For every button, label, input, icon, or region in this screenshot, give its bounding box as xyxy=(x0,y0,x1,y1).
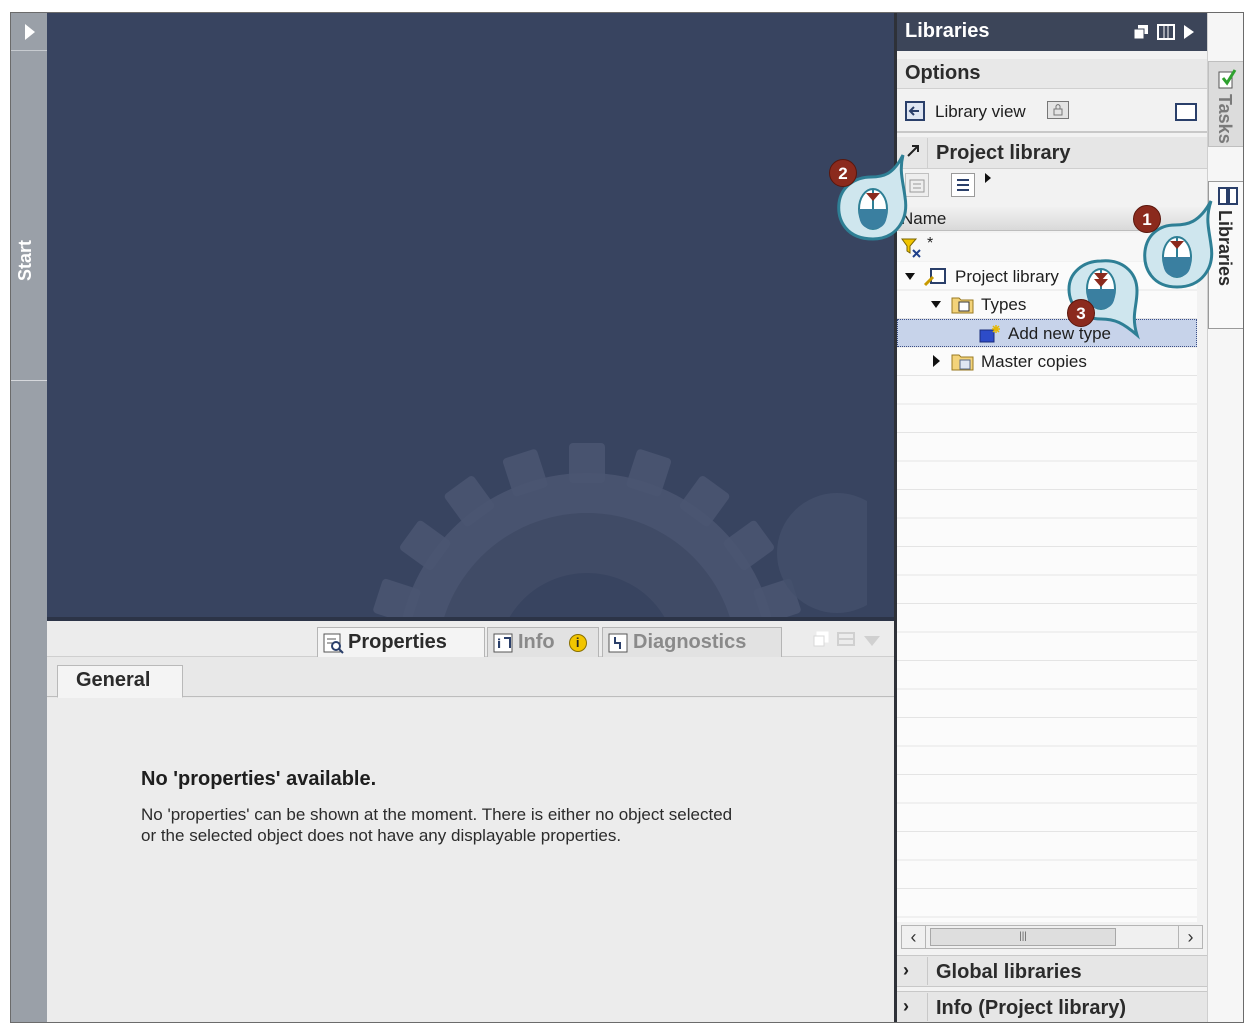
global-libraries-title: Global libraries xyxy=(927,957,1082,985)
float-window-icon[interactable] xyxy=(813,631,829,652)
collapse-right-icon[interactable] xyxy=(1183,23,1195,46)
info-project-library-section[interactable]: › Info (Project library) xyxy=(897,991,1207,1022)
tab-diagnostics-label: Diagnostics xyxy=(633,631,747,653)
inspector-window: Properties i Info i Diagnostics General … xyxy=(47,621,894,1022)
tree-item-add-new-type[interactable]: Add new type xyxy=(897,319,1197,347)
tree-item-label: Project library xyxy=(955,267,1059,286)
work-area xyxy=(47,13,894,617)
inspector-window-controls xyxy=(811,631,891,649)
start-label: Start xyxy=(15,239,35,281)
mouse-click-callout-1: 1 xyxy=(1133,199,1214,289)
svg-text:i: i xyxy=(497,637,501,651)
add-new-type-icon xyxy=(978,324,1000,344)
library-view-row: Library view xyxy=(897,91,1207,133)
filter-text[interactable]: * xyxy=(927,235,933,253)
no-properties-message: No 'properties' can be shown at the mome… xyxy=(141,805,733,845)
expand-chevron-icon[interactable]: › xyxy=(903,960,909,981)
start-tab[interactable]: Start xyxy=(11,51,47,381)
expand-portal-arrow-icon[interactable] xyxy=(11,13,47,51)
mouse-click-callout-3: 3 xyxy=(1061,251,1140,340)
gear-watermark-icon xyxy=(373,443,867,617)
layout-columns-icon[interactable] xyxy=(1157,23,1175,46)
expand-triangle-icon[interactable] xyxy=(931,301,941,308)
expand-chevron-icon[interactable]: › xyxy=(903,996,909,1017)
task-card-tab-strip: Tasks Libraries xyxy=(1207,13,1243,1022)
tree-item-label: Types xyxy=(981,295,1027,314)
details-view-icon[interactable] xyxy=(951,173,975,197)
diagnostics-icon xyxy=(607,632,629,654)
application-window: Start Properties i Info i Diagnostics Ge… xyxy=(10,12,1244,1023)
tree-item-master-copies[interactable]: Master copies xyxy=(897,348,1197,376)
info-icon: i xyxy=(492,632,514,654)
tab-info-label: Info xyxy=(518,631,555,653)
scroll-thumb[interactable]: ||| xyxy=(930,928,1116,946)
horizontal-scrollbar[interactable]: ‹ ||| › xyxy=(901,925,1203,949)
inspector-tab-bar: Properties i Info i Diagnostics xyxy=(47,621,894,657)
project-library-section-header[interactable]: Project library xyxy=(897,137,1207,169)
types-folder-icon xyxy=(951,295,974,315)
tasks-checklist-icon xyxy=(1217,68,1237,95)
project-library-section-title: Project library xyxy=(927,138,1071,168)
project-library-icon xyxy=(923,267,946,287)
info-badge-icon: i xyxy=(568,633,587,652)
tab-properties[interactable]: Properties xyxy=(317,627,485,657)
open-window-icon[interactable] xyxy=(1175,103,1197,121)
options-section[interactable]: Options xyxy=(897,59,1207,89)
libraries-title: Libraries xyxy=(905,20,990,42)
mouse-click-callout-2: 2 xyxy=(829,151,908,241)
tree-item-label: Master copies xyxy=(981,352,1087,371)
collapse-down-icon[interactable] xyxy=(863,634,881,652)
start-portal-strip: Start xyxy=(11,13,47,1022)
step-badge: 3 xyxy=(1067,299,1095,327)
libraries-header: Libraries xyxy=(897,13,1207,51)
lock-icon[interactable] xyxy=(1047,101,1069,119)
libraries-header-controls xyxy=(1133,23,1197,41)
library-view-icon[interactable] xyxy=(905,101,925,121)
float-window-icon[interactable] xyxy=(1133,23,1149,46)
tab-properties-label: Properties xyxy=(348,631,447,653)
info-project-library-title: Info (Project library) xyxy=(927,993,1126,1021)
expand-triangle-icon[interactable] xyxy=(905,273,915,280)
collapse-triangle-icon[interactable] xyxy=(933,355,940,367)
libraries-task-card: Libraries Options Library view Project l… xyxy=(897,13,1207,1022)
no-properties-title: No 'properties' available. xyxy=(141,768,377,790)
scroll-left-icon[interactable]: ‹ xyxy=(902,926,926,948)
tab-tasks[interactable]: Tasks xyxy=(1208,61,1243,147)
toolbar-more-arrow-icon[interactable] xyxy=(985,173,991,183)
step-badge: 2 xyxy=(829,159,857,187)
properties-icon xyxy=(322,632,344,654)
inspector-subtab-row: General xyxy=(47,657,894,698)
tree-item-types[interactable]: Types xyxy=(897,291,1197,319)
project-library-tree: Project library Types Add new type Maste… xyxy=(897,262,1197,922)
tab-tasks-label: Tasks xyxy=(1215,94,1235,144)
split-view-icon[interactable] xyxy=(837,631,855,652)
global-libraries-section[interactable]: › Global libraries xyxy=(897,955,1207,987)
tab-info[interactable]: i Info i xyxy=(487,627,599,657)
step-badge: 1 xyxy=(1133,205,1161,233)
tab-general[interactable]: General xyxy=(57,665,183,698)
tab-diagnostics[interactable]: Diagnostics xyxy=(602,627,782,657)
inspector-content: No 'properties' available. No 'propertie… xyxy=(47,698,894,1022)
library-view-label[interactable]: Library view xyxy=(935,102,1026,122)
master-copies-folder-icon xyxy=(951,352,974,372)
scroll-right-icon[interactable]: › xyxy=(1178,926,1202,948)
